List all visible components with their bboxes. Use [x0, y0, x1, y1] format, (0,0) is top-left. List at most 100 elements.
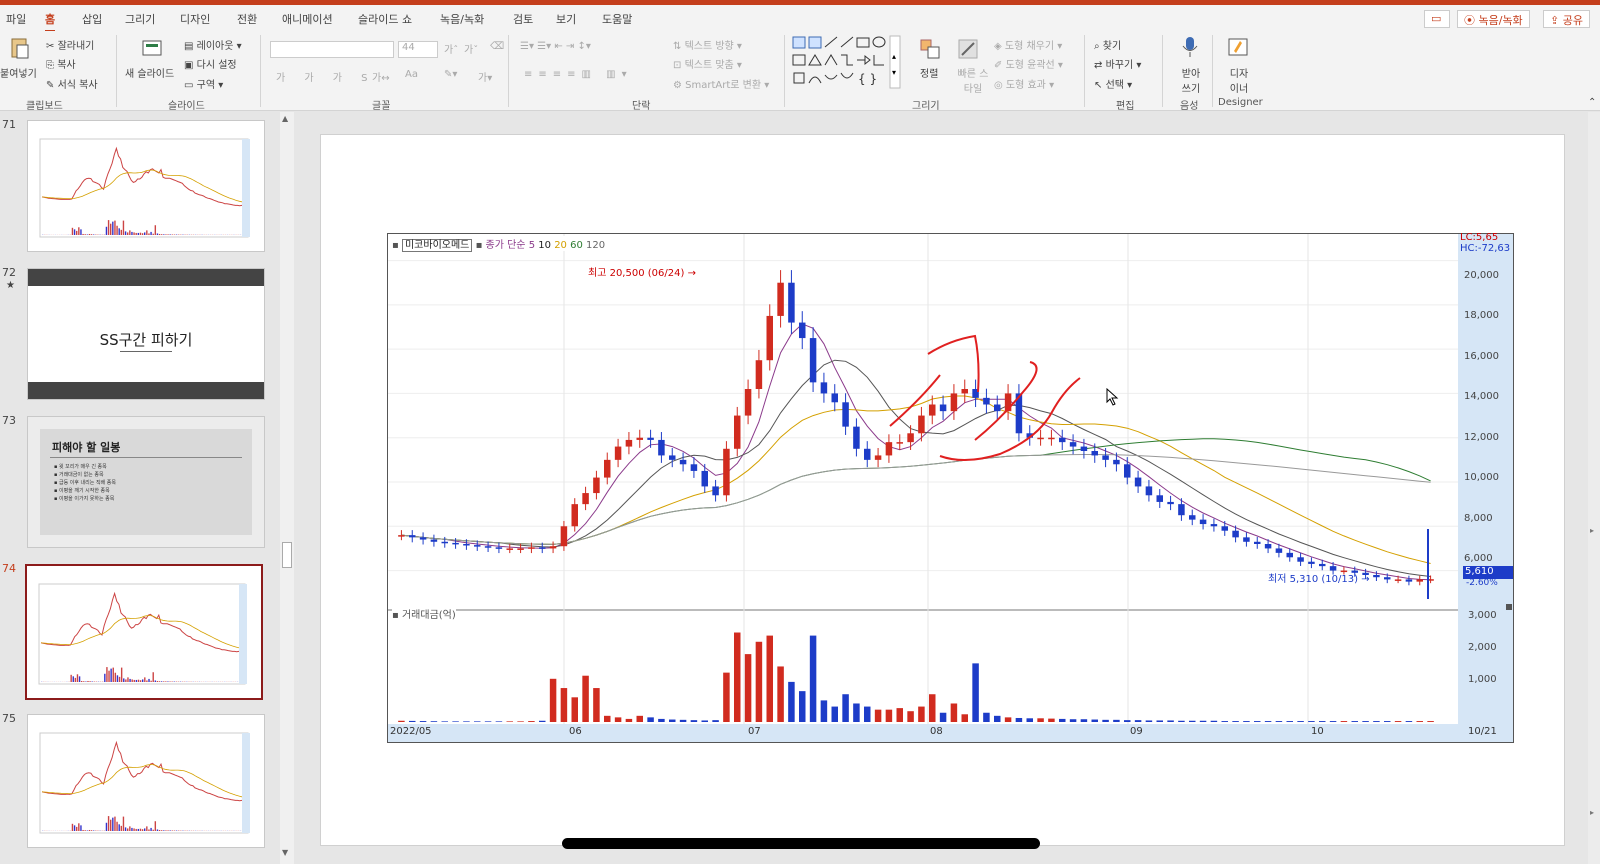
replace-button[interactable]: ⇄ 바꾸기 ▾ [1094, 56, 1141, 71]
bullet-3: ▪ 급등 이후 내리는 직배 종목 [54, 480, 116, 486]
volume-bar [679, 719, 687, 722]
editor-scrollbar[interactable]: ▸ ▸ [1588, 112, 1600, 864]
tab-file[interactable]: 파일 [6, 11, 26, 27]
volume-bar [669, 719, 676, 722]
font-grow-button[interactable]: 가ˆ [444, 41, 458, 56]
mouse-cursor-icon [1106, 388, 1119, 406]
record-button[interactable]: ⦿ 녹음/녹화 [1457, 10, 1530, 28]
thumbnail-slide-72[interactable]: SS구간 피하기 [27, 268, 265, 400]
find-button[interactable]: ⌕ 찾기 [1094, 37, 1121, 52]
case-button[interactable]: Aa [405, 69, 418, 80]
thumb-volume-bar [87, 680, 89, 682]
thumb-volume-bar [106, 667, 108, 682]
text-direction-button[interactable]: ⇅ 텍스트 방향 ▾ [673, 37, 742, 52]
thumbnail-slide-74[interactable] [25, 564, 263, 700]
stock-chart-svg [388, 234, 1513, 742]
replace-icon: ⇄ [1094, 60, 1106, 71]
quick-styles-button[interactable]: 빠른 스타일 [956, 65, 990, 95]
select-button[interactable]: ↖ 선택 ▾ [1094, 76, 1132, 91]
shape-outline-button[interactable]: ✐ 도형 윤곽선 ▾ [994, 56, 1063, 71]
thumbnails-scrollbar[interactable]: ▲ ▼ [280, 112, 294, 864]
volume-bar [809, 635, 817, 722]
tab-review[interactable]: 검토 [513, 11, 533, 27]
font-size-input[interactable]: 44 [398, 41, 438, 58]
new-slide-button[interactable]: 새 슬라이드 [125, 65, 174, 80]
tab-transitions[interactable]: 전환 [237, 11, 257, 27]
thumb-volume-bar [71, 823, 74, 831]
scroll-down-icon[interactable]: ▼ [282, 848, 288, 857]
align-text-button[interactable]: ⊡ 텍스트 맞춤 ▾ [673, 56, 742, 71]
copy-button[interactable]: ⎘ 복사 [46, 56, 76, 71]
layout-button[interactable]: ▤ 레이아웃 ▾ [184, 37, 242, 52]
font-shrink-button[interactable]: 가ˇ [464, 41, 478, 56]
clear-format-icon[interactable]: ⌫ [490, 41, 504, 52]
format-painter-button[interactable]: ✎ 서식 복사 [46, 76, 98, 91]
thumbnail-slide-71[interactable] [27, 120, 265, 252]
section-button[interactable]: ▭ 구역 ▾ [184, 76, 223, 91]
collapse-ribbon-icon[interactable]: ⌃ [1588, 97, 1596, 108]
candle-body [593, 477, 600, 494]
volume-bar [744, 654, 752, 722]
panel-handle[interactable] [1506, 604, 1512, 610]
volume-bar [734, 632, 741, 722]
thumb-volume-bar [137, 679, 140, 682]
volume-bar [625, 718, 633, 722]
thumb-title-73: 피해야 할 일봉 [52, 441, 121, 454]
volume-title: ▪ 거래대금(억) [392, 606, 456, 621]
voice-group-label: 음성 [1180, 101, 1199, 112]
candle-body [1199, 519, 1207, 525]
microphone-icon [1182, 37, 1198, 57]
tab-view[interactable]: 보기 [556, 11, 576, 27]
font-name-input[interactable] [270, 41, 394, 58]
font-color-icon[interactable]: 가▾ [478, 69, 492, 84]
shape-effects-button[interactable]: ◎ 도형 효과 ▾ [994, 76, 1054, 91]
font-style-buttons[interactable]: 가 가 가 S [276, 69, 375, 84]
thumb-volume-bar [72, 676, 74, 682]
thumb-volume-bar [82, 233, 84, 235]
comments-button[interactable]: ▭ [1424, 10, 1450, 28]
tab-help[interactable]: 도움말 [602, 11, 632, 27]
thumb-volume-bar [169, 681, 171, 682]
tab-insert[interactable]: 삽입 [82, 11, 102, 27]
volume-bar [994, 715, 1001, 722]
scroll-thumb[interactable] [282, 542, 292, 568]
reset-button[interactable]: ▣ 다시 설정 [184, 56, 237, 71]
tab-home[interactable]: 홈 [45, 11, 56, 32]
tab-slideshow[interactable]: 슬라이드 쇼 [358, 11, 412, 27]
volume-bar [885, 709, 893, 722]
tab-animations[interactable]: 애니메이션 [282, 11, 333, 27]
arrange-button[interactable]: 정렬 [920, 65, 938, 80]
smartart-button[interactable]: ⚙ SmartArt로 변환 ▾ [673, 76, 769, 91]
stock-name[interactable]: 미코바이오메드 [401, 239, 473, 252]
char-spacing-button[interactable]: 가↔ [372, 69, 390, 84]
thumb-volume-bar [107, 220, 110, 235]
scroll-marker-icon: ▸ [1590, 808, 1595, 817]
volume-bar [961, 714, 968, 722]
designer-button[interactable]: 디자 이너 [1226, 65, 1252, 95]
cut-button[interactable]: ✂ 잘라내기 [46, 37, 94, 52]
align-icons[interactable]: ≡≡≡≡▥ ▥▾ [524, 69, 633, 80]
thumbnail-slide-75[interactable] [27, 714, 265, 848]
thumb-volume-bar [165, 681, 167, 682]
shape-fill-button[interactable]: ◈ 도형 채우기 ▾ [994, 37, 1062, 52]
shapes-gallery[interactable]: { } ▴ ▾ [792, 35, 902, 89]
share-button[interactable]: ⇪ 공유 [1543, 10, 1590, 28]
volume-bar [1015, 717, 1023, 722]
thumbnail-slide-73[interactable]: 피해야 할 일봉 ▪ 윗 꼬리가 매우 긴 종목 ▪ 거래대금이 없는 종목 ▪… [27, 416, 265, 548]
tab-draw[interactable]: 그리기 [125, 11, 155, 27]
scroll-up-icon[interactable]: ▲ [282, 114, 288, 123]
dictate-button[interactable]: 받아 쓰기 [1176, 65, 1206, 95]
candle-body [409, 535, 416, 538]
thumb-volume-bar [127, 232, 129, 235]
date-tick: 10 [1311, 726, 1324, 737]
bullets-icon[interactable]: ☰▾ ☰▾ ⇤ ⇥ ↕▾ [520, 41, 591, 52]
slides-group-label: 슬라이드 [168, 101, 205, 112]
tab-record[interactable]: 녹음/녹화 [440, 11, 484, 27]
highlight-icon[interactable]: ✎▾ [444, 69, 457, 80]
volume-bar [1340, 721, 1348, 722]
thumb-volume-bar [158, 233, 161, 235]
thumb-chart-74 [38, 583, 247, 685]
stock-chart[interactable]: ▪ 미코바이오메드 ▪ 종가 단순 5 10 20 60 120 LC:5,65… [387, 232, 1514, 743]
paste-button[interactable]: 붙여넣기 [0, 65, 37, 80]
tab-design[interactable]: 디자인 [180, 11, 210, 27]
